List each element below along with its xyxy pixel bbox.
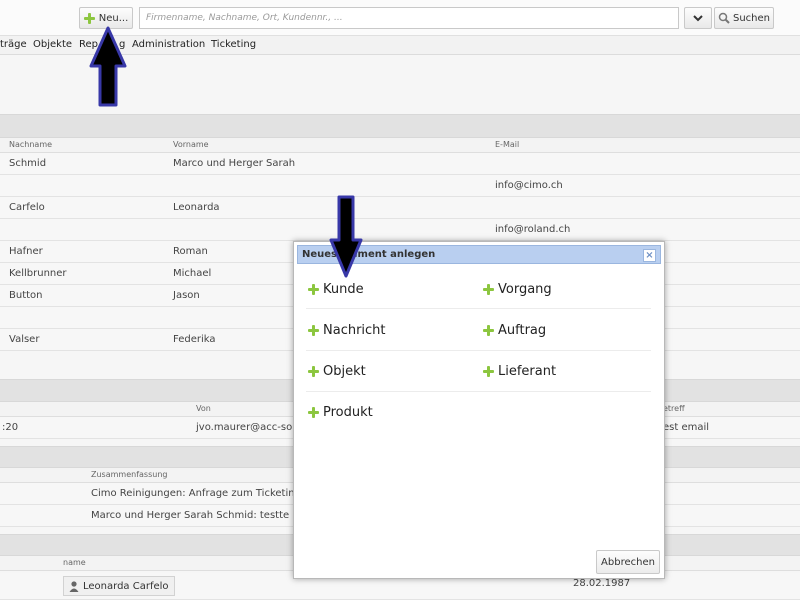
dialog-item-label: Kunde [323, 281, 364, 297]
dialog-item-objekt[interactable]: Objekt [308, 359, 366, 383]
cell-summary: Cimo Reinigungen: Anfrage zum Ticketing [91, 488, 301, 499]
arrow-up-icon [89, 26, 127, 107]
dialog-item-lieferant[interactable]: Lieferant [483, 359, 556, 383]
new-element-dialog: Neues Element anlegen × Kunde Vorgang Na… [293, 241, 665, 579]
dialog-item-label: Produkt [323, 404, 373, 420]
dialog-item-label: Auftrag [498, 322, 547, 338]
plus-icon [483, 324, 494, 336]
dialog-item-produkt[interactable]: Produkt [308, 400, 373, 424]
cell-email: info@cimo.ch [495, 180, 563, 191]
column-header-email: E-Mail [495, 140, 520, 149]
dialog-item-auftrag[interactable]: Auftrag [483, 318, 546, 342]
table-row[interactable]: info@roland.ch [0, 219, 800, 241]
cell-nachname: Schmid [9, 158, 47, 169]
cell-summary: Marco und Herger Sarah Schmid: testte [91, 510, 290, 521]
cell-nachname: Valser [9, 334, 40, 345]
dialog-item-label: Vorgang [498, 281, 552, 297]
menu-item-objekte[interactable]: Objekte [33, 39, 72, 50]
person-icon [69, 580, 79, 592]
cell-vorname: Federika [173, 334, 216, 345]
dialog-item-vorgang[interactable]: Vorgang [483, 277, 552, 301]
divider [306, 308, 651, 309]
search-icon [718, 12, 730, 24]
cell-vorname: Leonarda [173, 202, 220, 213]
cell-vorname: Michael [173, 268, 212, 279]
plus-icon [308, 365, 319, 377]
search-input[interactable] [139, 7, 679, 29]
new-button-label: Neu... [98, 12, 129, 24]
cancel-button[interactable]: Abbrechen [596, 550, 660, 574]
dialog-item-label: Lieferant [498, 363, 557, 379]
chevron-down-icon [693, 15, 703, 22]
plus-icon [83, 12, 95, 24]
menu-item-administration[interactable]: Administration [132, 39, 205, 50]
plus-icon [483, 365, 494, 377]
menu-item-ticketing[interactable]: Ticketing [211, 39, 256, 50]
search-button-label: Suchen [732, 12, 770, 24]
divider [306, 391, 651, 392]
search-button[interactable]: Suchen [714, 7, 774, 29]
column-header-vorname: Vorname [173, 140, 209, 149]
table-row[interactable]: Schmid Marco und Herger Sarah [0, 153, 800, 175]
arrow-down-icon [329, 195, 363, 278]
column-header-betreff: etreff [663, 404, 685, 413]
customer-table-header: Nachname Vorname E-Mail [0, 138, 800, 153]
section-header-customers [0, 114, 800, 138]
cell-vorname: Marco und Herger Sarah [173, 158, 296, 169]
dialog-item-kunde[interactable]: Kunde [308, 277, 364, 301]
column-header-nachname: Nachname [9, 140, 53, 149]
table-row[interactable]: info@cimo.ch [0, 175, 800, 197]
table-row[interactable]: Carfelo Leonarda [0, 197, 800, 219]
dialog-item-nachricht[interactable]: Nachricht [308, 318, 386, 342]
column-header-zusammenfassung: Zusammenfassung [91, 470, 168, 479]
dialog-item-label: Objekt [323, 363, 366, 379]
plus-icon [483, 283, 494, 295]
plus-icon [308, 283, 319, 295]
cell-von: jvo.maurer@acc-sol [196, 422, 296, 433]
person-chip[interactable]: Leonarda Carfelo [63, 576, 175, 596]
close-icon[interactable]: × [643, 249, 656, 262]
cell-vorname: Jason [173, 290, 200, 301]
column-header-name: name [63, 558, 86, 567]
search-dropdown-button[interactable] [684, 7, 712, 29]
divider [306, 350, 651, 351]
dialog-item-label: Nachricht [323, 322, 386, 338]
cell-nachname: Kellbrunner [9, 268, 67, 279]
plus-icon [308, 406, 319, 418]
person-name: Leonarda Carfelo [83, 580, 169, 592]
cell-nachname: Button [9, 290, 43, 301]
cell-date: 28.02.1987 [573, 578, 631, 589]
cell-time: :20 [2, 422, 19, 433]
cell-email: info@roland.ch [495, 224, 571, 235]
menu-item-auftraege[interactable]: träge [0, 39, 27, 50]
cell-vorname: Roman [173, 246, 208, 257]
plus-icon [308, 324, 319, 336]
cell-nachname: Carfelo [9, 202, 45, 213]
dialog-title: Neues Element anlegen [302, 249, 436, 260]
cell-nachname: Hafner [9, 246, 43, 257]
cell-betreff: est email [663, 422, 710, 433]
column-header-von: Von [196, 404, 211, 413]
